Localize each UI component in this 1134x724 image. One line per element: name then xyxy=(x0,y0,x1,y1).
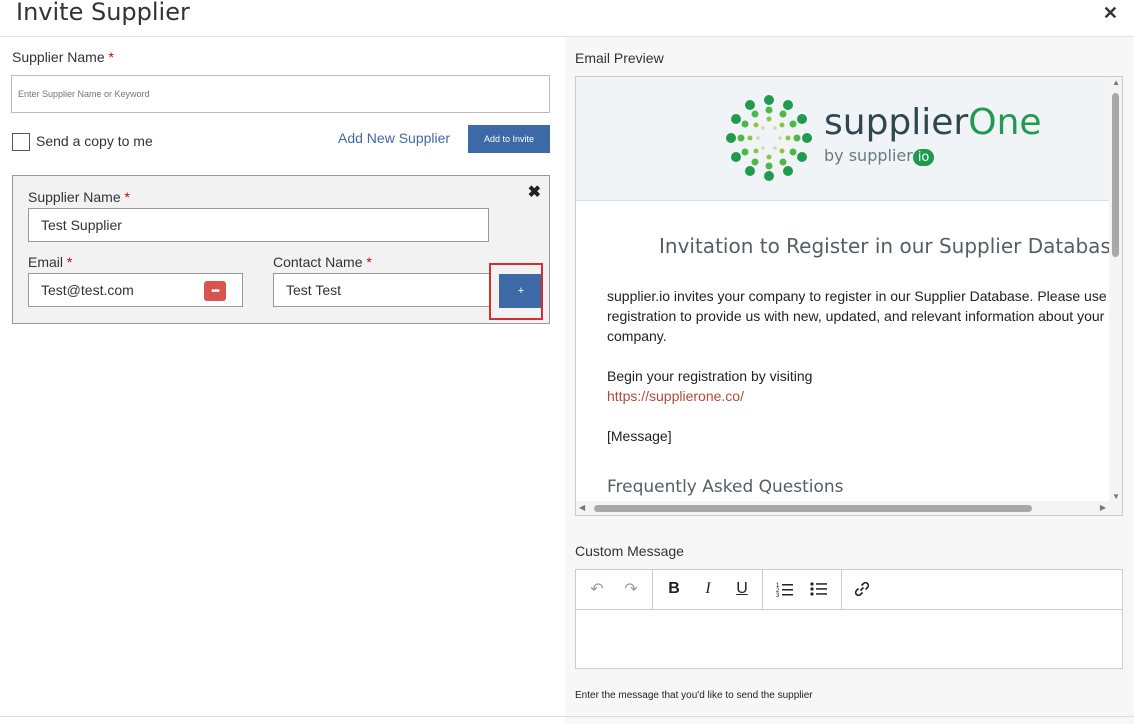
supplier-search-input[interactable] xyxy=(11,75,550,113)
required-mark: * xyxy=(108,49,114,65)
horizontal-scroll-thumb[interactable] xyxy=(594,505,1032,512)
right-panel: Email Preview supplierOne by supplier io… xyxy=(565,37,1134,724)
contact-name-field[interactable]: Test Test xyxy=(273,273,490,307)
contact-name-label-text: Contact Name xyxy=(273,254,363,270)
logo-supplier-text: supplier xyxy=(824,102,969,143)
contact-name-label: Contact Name * xyxy=(273,254,372,270)
horizontal-scrollbar[interactable]: ◀ ▶ xyxy=(576,501,1122,515)
email-preview-label: Email Preview xyxy=(575,50,664,66)
redo-icon[interactable]: ↷ xyxy=(619,578,643,600)
supplier-name-field[interactable]: Test Supplier xyxy=(28,208,489,242)
add-to-invite-button[interactable]: Add to Invite xyxy=(468,125,550,153)
card-supplier-name-label-text: Supplier Name xyxy=(28,189,121,205)
card-supplier-name-label: Supplier Name * xyxy=(28,189,130,205)
logo-wordmark: supplierOne xyxy=(824,102,1042,143)
add-new-supplier-link[interactable]: Add New Supplier xyxy=(338,130,450,146)
required-mark: * xyxy=(366,254,372,270)
send-copy-checkbox[interactable] xyxy=(12,133,30,151)
email-field[interactable]: Test@test.com ••• xyxy=(28,273,243,307)
email-label-text: Email xyxy=(28,254,64,270)
email-message-placeholder: [Message] xyxy=(607,428,672,444)
undo-icon[interactable]: ↶ xyxy=(585,578,609,600)
password-manager-icon[interactable]: ••• xyxy=(204,281,226,301)
close-icon[interactable]: ✕ xyxy=(1103,3,1118,24)
custom-message-hint: Enter the message that you'd like to sen… xyxy=(575,690,813,701)
toolbar-divider xyxy=(841,570,842,609)
scroll-up-icon[interactable]: ▲ xyxy=(1112,78,1120,87)
underline-icon[interactable]: U xyxy=(730,578,754,600)
email-heading: Invitation to Register in our Supplier D… xyxy=(659,234,1123,258)
scroll-right-icon[interactable]: ▶ xyxy=(1100,503,1106,512)
svg-text:3: 3 xyxy=(776,593,780,597)
supplier-name-label: Supplier Name * xyxy=(12,49,114,65)
logo-one-text: One xyxy=(968,102,1042,143)
required-mark: * xyxy=(66,254,73,270)
supplier-card: ✖ Supplier Name * Test Supplier Email * … xyxy=(12,175,550,324)
bullet-list-icon[interactable] xyxy=(807,578,831,600)
bold-icon[interactable]: B xyxy=(662,578,686,600)
email-faq-heading: Frequently Asked Questions xyxy=(607,477,844,497)
email-preview: supplierOne by supplier io Invitation to … xyxy=(575,76,1123,516)
custom-message-label: Custom Message xyxy=(575,543,684,559)
logo-by-text: by supplier xyxy=(824,146,913,165)
toolbar-divider xyxy=(652,570,653,609)
email-paragraph-2: Begin your registration by visiting xyxy=(607,368,813,384)
email-link[interactable]: https://supplierone.co/ xyxy=(607,386,1117,406)
supplierone-logo-icon xyxy=(726,95,812,181)
dialog-header: Invite Supplier ✕ xyxy=(0,0,1134,37)
scroll-left-icon[interactable]: ◀ xyxy=(579,503,585,512)
footer-divider xyxy=(0,716,1134,717)
email-paragraph-1: supplier.io invites your company to regi… xyxy=(607,288,1107,344)
italic-icon[interactable]: I xyxy=(696,578,720,600)
remove-supplier-icon[interactable]: ✖ xyxy=(528,182,541,202)
send-copy-label: Send a copy to me xyxy=(36,133,153,149)
ordered-list-icon[interactable]: 123 xyxy=(773,578,797,600)
scroll-down-icon[interactable]: ▼ xyxy=(1112,492,1120,501)
logo-byline: by supplier io xyxy=(824,146,935,166)
link-icon[interactable] xyxy=(850,578,874,600)
custom-message-editor[interactable]: ↶ ↷ B I U 123 xyxy=(575,569,1123,669)
supplier-name-value: Test Supplier xyxy=(41,217,122,233)
logo-io-badge: io xyxy=(912,149,935,166)
required-mark: * xyxy=(124,189,130,205)
left-panel: Supplier Name * Send a copy to me Add Ne… xyxy=(0,37,565,724)
logo-band: supplierOne by supplier io xyxy=(576,77,1111,201)
vertical-scrollbar[interactable]: ▲ ▼ xyxy=(1109,77,1122,503)
dialog-title: Invite Supplier xyxy=(16,0,190,26)
editor-toolbar: ↶ ↷ B I U 123 xyxy=(576,570,1122,610)
highlight-box xyxy=(489,263,543,320)
email-label: Email * xyxy=(28,254,72,270)
supplier-name-label-text: Supplier Name xyxy=(12,49,105,65)
vertical-scroll-thumb[interactable] xyxy=(1112,93,1119,257)
toolbar-divider xyxy=(762,570,763,609)
contact-name-value: Test Test xyxy=(286,282,341,298)
email-value: Test@test.com xyxy=(41,282,134,298)
email-body: supplier.io invites your company to regi… xyxy=(607,286,1117,446)
